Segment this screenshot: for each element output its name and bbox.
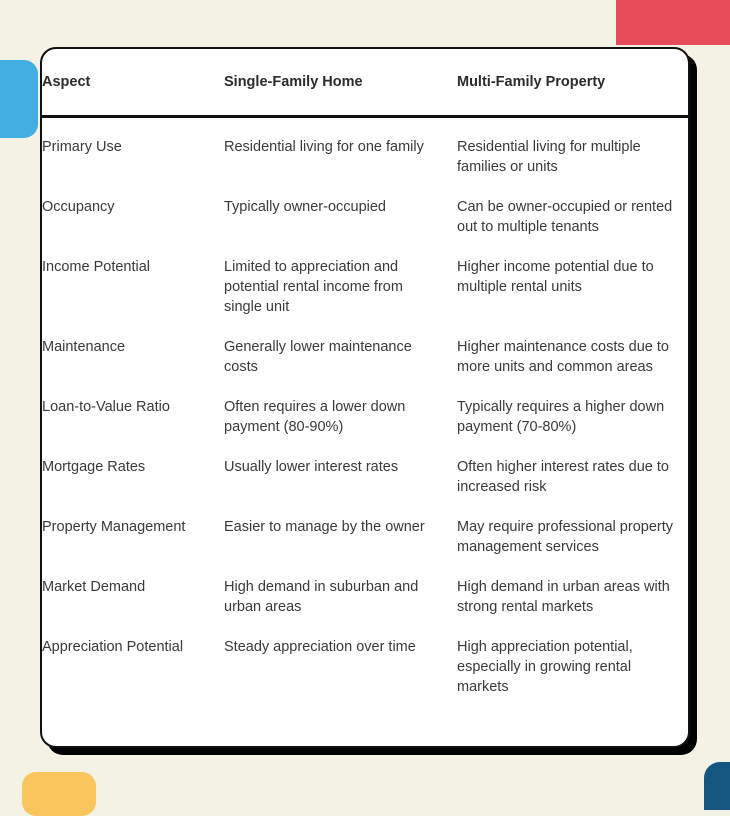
cell-multi-family: Higher maintenance costs due to more uni…	[457, 338, 669, 375]
column-header-multi-family: Multi-Family Property	[457, 49, 688, 118]
cell-multi-family: Residential living for multiple families…	[457, 138, 641, 175]
cell-multi-family: Higher income potential due to multiple …	[457, 258, 654, 295]
cell-single-family: Generally lower maintenance costs	[224, 338, 412, 375]
cell-aspect: Occupancy	[42, 198, 115, 215]
table-row: Property Management Easier to manage by …	[42, 507, 688, 567]
cell-multi-family: Typically requires a higher down payment…	[457, 398, 665, 435]
cell-aspect: Appreciation Potential	[42, 638, 184, 655]
cell-aspect: Property Management	[42, 518, 186, 535]
cell-aspect: Primary Use	[42, 138, 122, 155]
table-row: Appreciation Potential Steady appreciati…	[42, 627, 688, 707]
table-row: Market Demand High demand in suburban an…	[42, 567, 688, 627]
table-row: Loan-to-Value Ratio Often requires a low…	[42, 387, 688, 447]
cell-single-family: Typically owner-occupied	[224, 198, 386, 215]
cell-single-family: High demand in suburban and urban areas	[224, 578, 419, 615]
decorative-shape-yellow-rounded	[22, 772, 96, 816]
cell-multi-family: High appreciation potential, especially …	[457, 638, 633, 695]
cell-multi-family: Can be owner-occupied or rented out to m…	[457, 198, 673, 235]
cell-single-family: Steady appreciation over time	[224, 638, 416, 655]
cell-aspect: Loan-to-Value Ratio	[42, 398, 170, 415]
comparison-table-card: Aspect Single-Family Home Multi-Family P…	[40, 47, 690, 748]
table-header-row: Aspect Single-Family Home Multi-Family P…	[42, 49, 688, 118]
decorative-shape-blue-rounded	[0, 60, 38, 138]
table-row: Income Potential Limited to appreciation…	[42, 247, 688, 327]
table-body: Primary Use Residential living for one f…	[42, 116, 688, 707]
cell-aspect: Mortgage Rates	[42, 458, 146, 475]
cell-single-family: Usually lower interest rates	[224, 458, 399, 475]
table-row: Primary Use Residential living for one f…	[42, 116, 688, 187]
cell-single-family: Residential living for one family	[224, 138, 424, 155]
column-header-single-family: Single-Family Home	[224, 49, 457, 118]
comparison-table: Aspect Single-Family Home Multi-Family P…	[42, 49, 688, 707]
cell-aspect: Income Potential	[42, 258, 151, 275]
table-header: Aspect Single-Family Home Multi-Family P…	[42, 49, 688, 118]
column-header-aspect: Aspect	[42, 49, 224, 118]
decorative-shape-red-rectangle	[616, 0, 730, 45]
cell-multi-family: May require professional property manage…	[457, 518, 673, 555]
table-row: Occupancy Typically owner-occupied Can b…	[42, 187, 688, 247]
table-row: Maintenance Generally lower maintenance …	[42, 327, 688, 387]
cell-multi-family: High demand in urban areas with strong r…	[457, 578, 670, 615]
cell-aspect: Maintenance	[42, 338, 126, 355]
cell-aspect: Market Demand	[42, 578, 146, 595]
cell-single-family: Often requires a lower down payment (80-…	[224, 398, 406, 435]
cell-single-family: Easier to manage by the owner	[224, 518, 425, 535]
decorative-shape-navy-rounded	[704, 762, 730, 810]
cell-multi-family: Often higher interest rates due to incre…	[457, 458, 669, 495]
table-row: Mortgage Rates Usually lower interest ra…	[42, 447, 688, 507]
cell-single-family: Limited to appreciation and potential re…	[224, 258, 403, 315]
